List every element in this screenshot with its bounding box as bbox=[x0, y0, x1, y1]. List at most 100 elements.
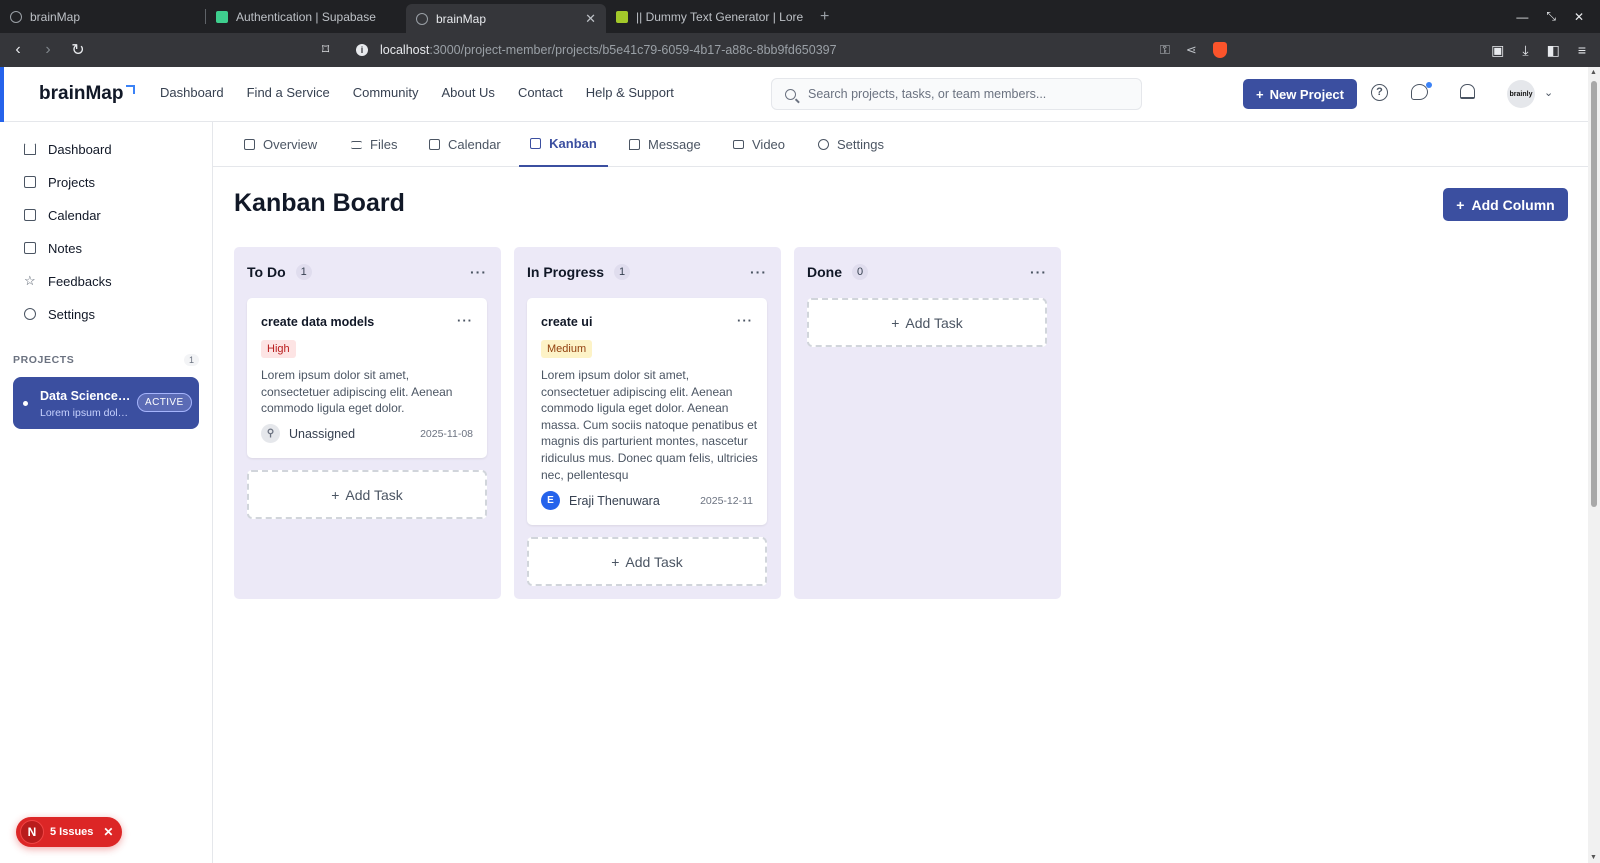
browser-tab[interactable]: || Dummy Text Generator | Lore bbox=[606, 0, 814, 33]
nav-find-service[interactable]: Find a Service bbox=[247, 85, 330, 100]
browser-tab-title: || Dummy Text Generator | Lore bbox=[636, 9, 804, 24]
sidebar-item-label: Projects bbox=[48, 174, 95, 190]
tab-message[interactable]: Message bbox=[629, 122, 701, 167]
url-host: localhost bbox=[380, 43, 430, 57]
nav-about[interactable]: About Us bbox=[441, 85, 494, 100]
sidebar-item-calendar[interactable]: Calendar bbox=[24, 205, 101, 225]
more-icon[interactable]: ··· bbox=[750, 264, 767, 280]
browser-tab-bar: brainMap Authentication | Supabase brain… bbox=[0, 0, 1600, 33]
share-icon[interactable]: ⋖ bbox=[1186, 42, 1197, 58]
tab-overview[interactable]: Overview bbox=[244, 122, 317, 167]
sidebar-item-notes[interactable]: Notes bbox=[24, 238, 82, 258]
leo-icon[interactable]: ▣ bbox=[1491, 42, 1504, 59]
close-icon[interactable]: ✕ bbox=[103, 825, 113, 839]
close-icon[interactable]: ✕ bbox=[585, 11, 596, 27]
back-icon[interactable]: ‹ bbox=[6, 41, 30, 59]
reload-icon[interactable]: ↻ bbox=[66, 40, 90, 60]
scroll-up-icon[interactable]: ▲ bbox=[1590, 69, 1597, 76]
projects-heading: PROJECTS 1 bbox=[13, 354, 199, 366]
url-field[interactable]: i localhost:3000/project-member/projects… bbox=[340, 37, 1280, 63]
header-accent bbox=[0, 67, 4, 122]
avatar[interactable]: brainly bbox=[1507, 80, 1535, 108]
column-count: 1 bbox=[295, 264, 312, 280]
sidebar-item-projects[interactable]: Projects bbox=[24, 172, 95, 192]
task-footer: E Eraji Thenuwara 2025-12-11 bbox=[541, 491, 753, 510]
more-icon[interactable]: ··· bbox=[1030, 264, 1047, 280]
task-card[interactable]: create data models ··· High Lorem ipsum … bbox=[247, 298, 487, 458]
scroll-down-icon[interactable]: ▼ bbox=[1590, 854, 1597, 861]
new-project-button[interactable]: + New Project bbox=[1243, 79, 1357, 109]
download-icon[interactable]: ⤓ bbox=[1522, 42, 1528, 59]
column-header: To Do 1 bbox=[247, 264, 312, 280]
kanban-column-todo: To Do 1 ··· create data models ··· High … bbox=[234, 247, 501, 599]
add-column-label: Add Column bbox=[1471, 196, 1555, 213]
nav-help[interactable]: Help & Support bbox=[586, 85, 674, 100]
tab-label: Settings bbox=[837, 137, 884, 152]
assignee-name: Unassigned bbox=[289, 426, 356, 441]
add-task-button[interactable]: + Add Task bbox=[247, 470, 487, 519]
project-status-dot bbox=[23, 401, 28, 406]
brave-shield-icon[interactable] bbox=[1212, 42, 1227, 58]
browser-tab-active[interactable]: brainMap ✕ bbox=[406, 4, 606, 33]
minimize-icon[interactable]: — bbox=[1516, 10, 1528, 24]
dev-issues-badge[interactable]: N 5 Issues ✕ bbox=[16, 817, 122, 847]
sidebar-toggle-icon[interactable]: ◧ bbox=[1547, 42, 1560, 59]
video-icon bbox=[733, 140, 744, 149]
tab-settings[interactable]: Settings bbox=[818, 122, 884, 167]
sidebar: Dashboard Projects Calendar Notes ☆ Feed… bbox=[0, 122, 213, 863]
task-card[interactable]: create ui ··· Medium Lorem ipsum dolor s… bbox=[527, 298, 767, 525]
project-card[interactable]: Data Science Project Lorem ipsum dolor s… bbox=[13, 377, 199, 429]
more-icon[interactable]: ··· bbox=[470, 264, 487, 280]
more-icon[interactable]: ··· bbox=[457, 313, 473, 328]
key-icon[interactable]: ⚿ bbox=[1160, 42, 1170, 58]
close-window-icon[interactable]: ✕ bbox=[1574, 10, 1584, 24]
search-input[interactable] bbox=[808, 87, 1128, 101]
browser-tab[interactable]: brainMap bbox=[0, 0, 206, 33]
user-icon: ⚲ bbox=[261, 424, 280, 443]
tab-kanban[interactable]: Kanban bbox=[519, 122, 608, 167]
sidebar-item-dashboard[interactable]: Dashboard bbox=[24, 139, 112, 159]
column-count: 0 bbox=[852, 264, 869, 280]
kanban-icon bbox=[530, 138, 542, 149]
menu-icon[interactable]: ≡ bbox=[1578, 42, 1586, 58]
nav-dashboard[interactable]: Dashboard bbox=[160, 85, 224, 100]
new-tab-button[interactable]: + bbox=[820, 8, 829, 26]
restore-icon[interactable]: ⤡ bbox=[1546, 9, 1556, 24]
page-scrollbar[interactable]: ▲ ▼ bbox=[1588, 67, 1600, 863]
task-title: create data models bbox=[261, 315, 375, 329]
tab-video[interactable]: Video bbox=[733, 122, 785, 167]
browser-tab-title: Authentication | Supabase bbox=[236, 9, 376, 24]
star-icon: ☆ bbox=[24, 273, 36, 288]
add-column-button[interactable]: + Add Column bbox=[1443, 188, 1568, 221]
forward-icon[interactable]: › bbox=[36, 41, 60, 59]
add-task-label: Add Task bbox=[905, 314, 963, 331]
scrollbar-thumb[interactable] bbox=[1591, 81, 1597, 507]
projects-heading-label: PROJECTS bbox=[13, 354, 75, 366]
home-icon bbox=[24, 143, 36, 155]
bookmark-icon[interactable]: ⌑ bbox=[322, 41, 329, 58]
add-task-button[interactable]: + Add Task bbox=[527, 537, 767, 586]
browser-tab[interactable]: Authentication | Supabase bbox=[206, 0, 406, 33]
projects-count-badge: 1 bbox=[183, 354, 199, 366]
nextjs-icon: N bbox=[20, 820, 44, 844]
address-actions: ⚿ ⋖ bbox=[1160, 33, 1227, 67]
brand-logo[interactable]: brainMap bbox=[39, 83, 136, 105]
tab-files[interactable]: Files bbox=[351, 122, 397, 167]
add-task-button[interactable]: + Add Task bbox=[807, 298, 1047, 347]
sidebar-item-settings[interactable]: Settings bbox=[24, 304, 95, 324]
help-icon[interactable]: ? bbox=[1371, 84, 1388, 101]
tab-label: Message bbox=[648, 137, 701, 152]
nav-community[interactable]: Community bbox=[353, 85, 419, 100]
site-info-icon[interactable]: i bbox=[356, 44, 368, 56]
more-icon[interactable]: ··· bbox=[737, 313, 753, 328]
bell-icon[interactable] bbox=[1460, 84, 1475, 99]
logo-arrow-icon bbox=[126, 84, 136, 94]
assignee-avatar: E bbox=[541, 491, 560, 510]
search-icon bbox=[785, 88, 796, 100]
sidebar-item-feedbacks[interactable]: ☆ Feedbacks bbox=[24, 271, 112, 291]
top-nav: Dashboard Find a Service Community About… bbox=[160, 85, 674, 100]
nav-contact[interactable]: Contact bbox=[518, 85, 563, 100]
plus-icon: + bbox=[891, 314, 900, 331]
chevron-down-icon[interactable]: ⌄ bbox=[1544, 86, 1553, 99]
tab-calendar[interactable]: Calendar bbox=[429, 122, 501, 167]
